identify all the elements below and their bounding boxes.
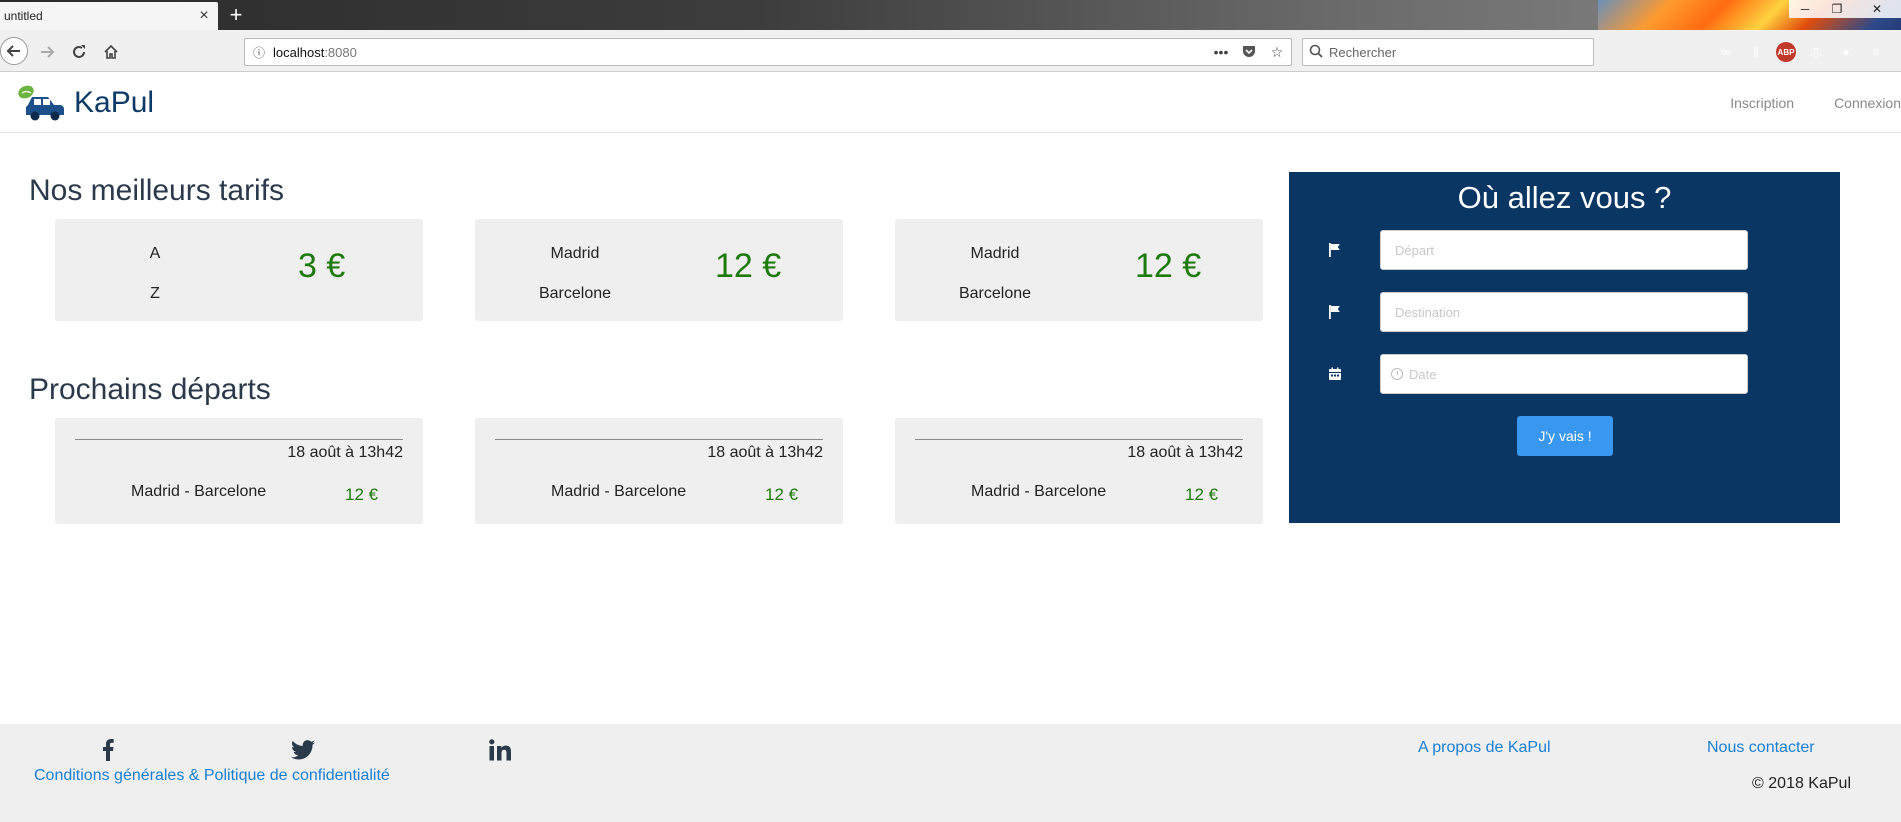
depart-card[interactable]: 18 août à 13h42 Madrid - Barcelone 12 € — [895, 418, 1263, 524]
search-panel-title: Où allez vous ? — [1457, 180, 1672, 215]
brand-name: KaPul — [74, 86, 155, 119]
window-restore-icon[interactable]: ❐ — [1821, 0, 1853, 18]
depart-date: 18 août à 13h42 — [1127, 444, 1243, 461]
calendar-icon — [1329, 367, 1341, 380]
home-button[interactable] — [98, 39, 124, 65]
nav-links: Inscription Connexion — [1690, 95, 1901, 111]
tarif-from: Madrid — [970, 245, 1020, 262]
mask-icon[interactable]: ∞ — [1716, 42, 1736, 62]
conditions-link[interactable]: Conditions générales & Politique de conf… — [34, 767, 390, 785]
tarif-to: Z — [150, 285, 160, 302]
search-icon — [1303, 44, 1329, 61]
date-row — [1289, 354, 1840, 394]
url-port: :8080 — [324, 44, 357, 60]
browser-search-bar[interactable] — [1302, 38, 1594, 66]
reload-button[interactable] — [66, 39, 92, 65]
car-logo-icon — [18, 85, 64, 121]
browser-search-input[interactable] — [1329, 44, 1593, 60]
tarif-card[interactable]: A Z 3 € — [55, 219, 423, 321]
depart-route: Madrid - Barcelone — [551, 483, 687, 500]
depart-price: 12 € — [1185, 485, 1219, 504]
window-minimize-icon[interactable]: ─ — [1789, 0, 1821, 18]
pocket-icon[interactable] — [1235, 44, 1263, 61]
flag-icon — [1329, 305, 1340, 319]
depart-route: Madrid - Barcelone — [971, 483, 1107, 500]
tab-title: untitled — [4, 9, 43, 23]
url-text[interactable]: localhost:8080 — [273, 45, 1207, 60]
tarif-cities: A Z — [115, 245, 195, 325]
depart-date: 18 août à 13h42 — [287, 444, 403, 461]
nav-link-connexion[interactable]: Connexion — [1834, 95, 1901, 111]
tarif-card[interactable]: Madrid Barcelone 12 € — [475, 219, 843, 321]
reload-icon — [73, 45, 85, 58]
destination-row — [1289, 292, 1840, 332]
date-input[interactable] — [1403, 355, 1747, 393]
new-tab-button[interactable]: + — [222, 3, 250, 27]
depart-price: 12 € — [765, 485, 799, 504]
tarif-cities: Madrid Barcelone — [535, 245, 615, 325]
home-icon — [104, 44, 118, 59]
tab-close-icon[interactable]: × — [194, 7, 214, 25]
extension-icon[interactable]: ● — [1836, 42, 1856, 62]
nav-link-inscription[interactable]: Inscription — [1730, 95, 1794, 111]
tarif-price: 12 € — [715, 247, 782, 285]
tarif-from: Madrid — [550, 245, 600, 262]
about-link[interactable]: A propos de KaPul — [1418, 739, 1551, 757]
depart-card[interactable]: 18 août à 13h42 Madrid - Barcelone 12 € — [475, 418, 843, 524]
site-navbar: KaPul Inscription Connexion — [0, 73, 1901, 133]
tarif-to: Barcelone — [538, 285, 612, 302]
bookmark-star-icon[interactable]: ☆ — [1263, 44, 1291, 61]
site-footer: Conditions générales & Politique de conf… — [0, 724, 1901, 822]
tarif-price: 12 € — [1135, 247, 1202, 285]
contact-link[interactable]: Nous contacter — [1707, 739, 1815, 757]
browser-toolbar: ⓘ localhost:8080 ••• ☆ — [0, 30, 1901, 72]
depart-divider — [495, 439, 823, 440]
back-button[interactable] — [0, 37, 28, 65]
site-info-icon[interactable]: ⓘ — [245, 44, 273, 61]
flag-icon — [1329, 243, 1340, 257]
tarif-from: A — [149, 245, 161, 262]
library-icon[interactable]: ⫼ — [1746, 42, 1766, 62]
url-bar[interactable]: ⓘ localhost:8080 ••• ☆ — [244, 38, 1292, 66]
facebook-icon[interactable] — [96, 738, 120, 762]
linkedin-icon[interactable] — [488, 738, 512, 762]
depart-card[interactable]: 18 août à 13h42 Madrid - Barcelone 12 € — [55, 418, 423, 524]
depart-date: 18 août à 13h42 — [707, 444, 823, 461]
tarifs-title: Nos meilleurs tarifs — [29, 174, 285, 207]
adblock-icon[interactable]: ABP — [1776, 42, 1796, 62]
twitter-icon[interactable] — [291, 738, 315, 762]
date-field[interactable] — [1380, 354, 1748, 394]
page: KaPul Inscription Connexion Nos meilleur… — [0, 73, 1901, 822]
brand[interactable]: KaPul — [16, 83, 154, 123]
depart-input[interactable] — [1380, 230, 1748, 270]
window-close-icon[interactable]: ✕ — [1853, 0, 1901, 18]
browser-tab[interactable]: untitled × — [0, 2, 218, 30]
back-arrow-icon — [6, 45, 20, 57]
url-host: localhost — [273, 44, 325, 60]
tarif-price: 3 € — [298, 247, 346, 285]
tarif-cities: Madrid Barcelone — [955, 245, 1035, 325]
depart-divider — [75, 439, 403, 440]
tarif-card[interactable]: Madrid Barcelone 12 € — [895, 219, 1263, 321]
forward-button[interactable] — [34, 39, 60, 65]
page-actions-icon[interactable]: ••• — [1207, 44, 1235, 60]
trip-search-panel: Où allez vous ? Départ Destination Date … — [1289, 172, 1840, 523]
menu-icon[interactable]: ≡ — [1866, 42, 1886, 62]
forward-arrow-icon — [41, 46, 55, 58]
depart-route: Madrid - Barcelone — [131, 483, 267, 500]
copyright: © 2018 KaPul — [1752, 775, 1851, 792]
depart-row — [1289, 230, 1840, 270]
sidebar-icon[interactable]: ▯ — [1806, 42, 1826, 62]
tarif-to: Barcelone — [958, 285, 1032, 302]
depart-price: 12 € — [345, 485, 379, 504]
search-submit-button[interactable]: J'y vais ! — [1517, 416, 1613, 456]
destination-input[interactable] — [1380, 292, 1748, 332]
clock-icon — [1391, 368, 1403, 380]
extension-icons: ∞ ⫼ ABP ▯ ● ≡ — [1716, 42, 1886, 62]
depart-divider — [915, 439, 1243, 440]
departs-title: Prochains départs — [29, 373, 271, 406]
